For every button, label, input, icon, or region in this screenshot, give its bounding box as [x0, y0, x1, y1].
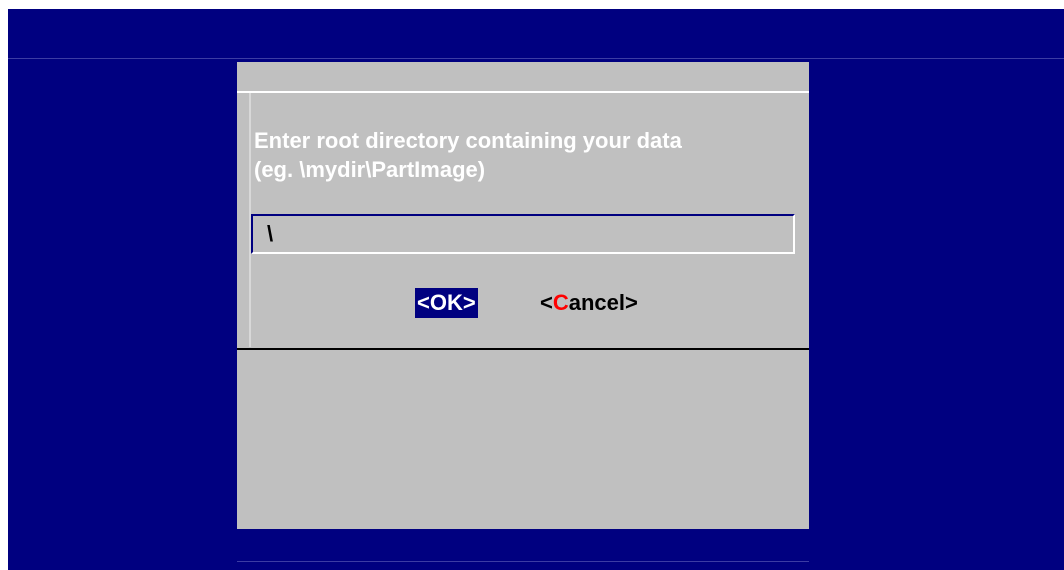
ok-button[interactable]: <OK> — [415, 288, 478, 318]
directory-field[interactable] — [251, 214, 795, 254]
prompt-line-2: (eg. \mydir\PartImage) — [254, 157, 486, 182]
directory-dialog: Enter root directory containing your dat… — [237, 62, 809, 529]
top-divider — [8, 58, 1064, 59]
dialog-title-divider — [237, 91, 809, 93]
prompt-line-1: Enter root directory containing your dat… — [254, 128, 682, 153]
dialog-bottom-border — [237, 348, 809, 350]
cancel-label-rest: ancel> — [568, 290, 638, 315]
directory-input[interactable] — [253, 216, 793, 252]
cancel-button[interactable]: <Cancel> — [540, 288, 638, 318]
dialog-prompt: Enter root directory containing your dat… — [254, 126, 799, 184]
bottom-divider — [237, 561, 809, 562]
cancel-open-bracket: < — [540, 290, 553, 315]
cancel-hotkey: C — [552, 290, 569, 315]
